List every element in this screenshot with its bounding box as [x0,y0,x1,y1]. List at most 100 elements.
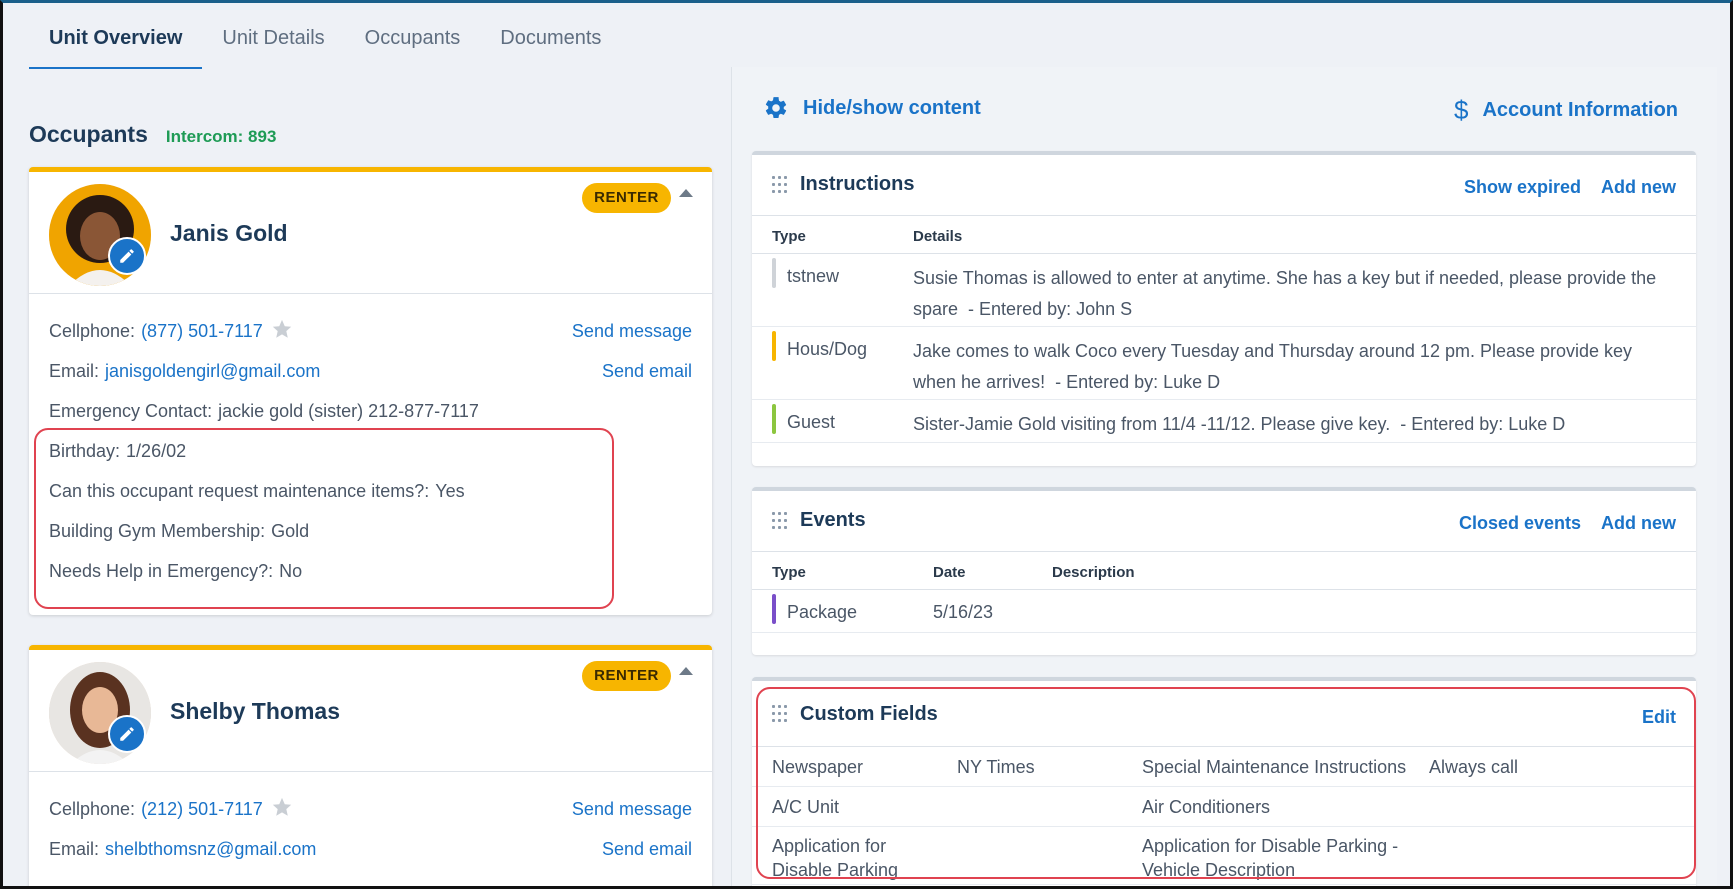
occupant-card: Shelby Thomas RENTER Cellphone: (212) 501… [29,645,712,886]
needs-help-value: No [279,561,303,581]
instructions-panel: Instructions Show expired Add new Type D… [752,151,1696,466]
occupant-card-body: Cellphone: (212) 501-7117 Send message Em… [29,772,712,874]
instruction-type: tstnew [787,266,840,286]
instruction-details: Susie Thomas is allowed to enter at anyt… [913,263,1673,325]
event-date: 5/16/23 [933,602,994,622]
cellphone-label: Cellphone: [49,321,136,341]
column-description: Description [1052,564,1135,581]
instruction-text: Jake comes to walk Coco every Tuesday an… [913,341,1633,392]
closed-events-link[interactable]: Closed events [1459,513,1581,534]
instruction-details: Jake comes to walk Coco every Tuesday an… [913,336,1673,398]
occupant-name: Shelby Thomas [170,698,340,724]
type-color-bar [772,404,776,434]
emergency-contact-value: jackie gold (sister) 212-877-7117 [218,401,479,421]
instructions-title: Instructions [800,173,915,195]
table-row: tstnew Susie Thomas is allowed to enter … [752,254,1696,327]
occupant-card-header: Janis Gold RENTER [29,172,712,294]
cellphone-link[interactable]: (877) 501-7117 [141,321,263,341]
table-row: Package 5/16/23 [752,590,1696,633]
events-panel: Events Closed events Add new Type Date D… [752,487,1696,655]
emergency-contact-row: Emergency Contact: jackie gold (sister) 2… [29,396,712,436]
renter-badge: RENTER [582,183,671,213]
gym-membership-label: Building Gym Membership: [49,521,266,541]
star-icon[interactable] [271,318,293,349]
occupant-card: Janis Gold RENTER Cellphone: (877) 501-71… [29,167,712,615]
custom-field-label: Special Maintenance Instructions [1142,757,1407,777]
pencil-icon [120,727,134,741]
drag-handle-icon[interactable] [772,176,787,194]
tab-unit-overview[interactable]: Unit Overview [29,13,203,69]
gear-icon [765,97,787,118]
events-title: Events [800,509,866,531]
column-type: Type [772,228,806,245]
star-icon[interactable] [271,796,293,827]
events-column-headers: Type Date Description [752,552,1696,590]
pencil-icon [120,249,134,263]
custom-field-value: Always call [1429,757,1519,777]
birthday-value: 1/26/02 [126,441,187,461]
instruction-details: Sister-Jamie Gold visiting from 11/4 -11… [913,409,1673,440]
add-new-instruction-link[interactable]: Add new [1601,177,1676,198]
cellphone-row: Cellphone: (877) 501-7117 Send message [29,316,712,356]
collapse-caret-icon[interactable] [679,667,693,675]
events-actions: Closed events Add new [1459,513,1676,534]
instruction-author: - Entered by: Luke D [1055,372,1221,392]
send-email-link[interactable]: Send email [602,834,692,864]
edit-custom-fields-link[interactable]: Edit [1642,707,1676,728]
tab-unit-details[interactable]: Unit Details [202,13,344,69]
gym-membership-value: Gold [271,521,310,541]
cellphone-link[interactable]: (212) 501-7117 [141,799,263,819]
show-expired-link[interactable]: Show expired [1464,177,1581,198]
custom-field-label: Newspaper [772,757,864,777]
custom-field-value: NY Times [957,757,1035,777]
account-information-label: Account Information [1482,99,1678,121]
drag-handle-icon[interactable] [772,512,787,530]
email-row: Email: shelbthomsnz@gmail.com Send email [29,834,712,874]
custom-fields-title: Custom Fields [800,703,938,725]
email-link[interactable]: janisgoldengirl@gmail.com [105,361,320,381]
needs-help-label: Needs Help in Emergency?: [49,561,274,581]
top-links: Hide/show content $ Account Information [763,95,1678,125]
account-information-button[interactable]: $ Account Information [1454,95,1678,126]
add-new-event-link[interactable]: Add new [1601,513,1676,534]
maintenance-request-value: Yes [435,481,465,501]
send-email-link[interactable]: Send email [602,356,692,386]
email-link[interactable]: shelbthomsnz@gmail.com [105,839,316,859]
cellphone-label: Cellphone: [49,799,136,819]
renter-badge: RENTER [582,661,671,691]
hide-show-content-button[interactable]: Hide/show content [763,95,981,121]
custom-field-row: A/C Unit Air Conditioners [752,787,1696,827]
app-frame: Unit Overview Unit Details Occupants Doc… [0,0,1733,889]
cellphone-row: Cellphone: (212) 501-7117 Send message [29,794,712,834]
custom-fields-header: Custom Fields Edit [752,681,1696,747]
column-type: Type [772,564,806,581]
instructions-actions: Show expired Add new [1464,177,1676,198]
custom-field-label: Air Conditioners [1142,797,1271,817]
edit-occupant-button[interactable] [108,715,146,753]
occupants-header: Occupants Intercom: 893 [29,121,276,148]
email-label: Email: [49,839,100,859]
drag-handle-icon[interactable] [772,705,787,723]
occupant-card-body: Cellphone: (877) 501-7117 Send message Em… [29,294,712,596]
custom-field-row: Application for Disable Parking Applicat… [752,827,1696,885]
column-date: Date [933,564,966,581]
custom-field-label: Application for Disable Parking - Vehicl… [1142,836,1399,880]
tab-occupants[interactable]: Occupants [345,13,481,69]
needs-help-row: Needs Help in Emergency?: No [29,556,712,596]
type-color-bar [772,594,776,624]
instruction-type: Guest [787,412,836,432]
birthday-row: Birthday: 1/26/02 [29,436,712,476]
tab-documents[interactable]: Documents [480,13,621,69]
edit-occupant-button[interactable] [108,237,146,275]
maintenance-request-row: Can this occupant request maintenance it… [29,476,712,516]
send-message-link[interactable]: Send message [572,316,692,346]
collapse-caret-icon[interactable] [679,189,693,197]
email-row: Email: janisgoldengirl@gmail.com Send ema… [29,356,712,396]
instruction-type: Hous/Dog [787,339,868,359]
instruction-author: - Entered by: John S [968,299,1133,319]
custom-fields-actions: Edit [1642,707,1676,728]
instruction-author: - Entered by: Luke D [1400,414,1566,434]
send-message-link[interactable]: Send message [572,794,692,824]
intercom-number: Intercom: 893 [165,127,277,146]
dollar-icon: $ [1453,95,1469,125]
